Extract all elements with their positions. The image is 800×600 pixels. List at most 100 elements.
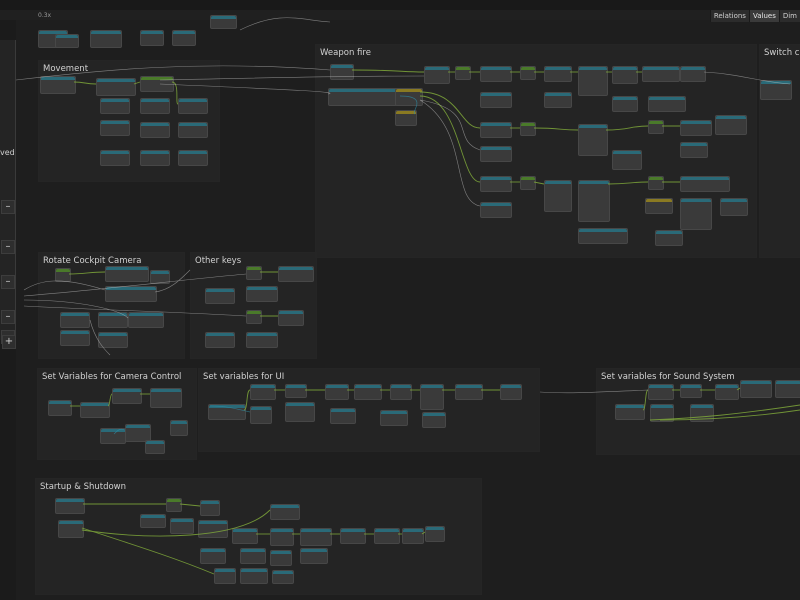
graph-node[interactable] (55, 268, 71, 282)
graph-node[interactable] (250, 406, 272, 424)
graph-node[interactable] (205, 332, 235, 348)
graph-node[interactable] (420, 384, 444, 410)
graph-node[interactable] (198, 520, 228, 538)
graph-node[interactable] (246, 266, 262, 280)
graph-node[interactable] (655, 230, 683, 246)
tab-values[interactable]: Values (748, 10, 779, 22)
graph-node[interactable] (480, 146, 512, 162)
graph-node[interactable] (480, 122, 512, 138)
graph-node[interactable] (178, 122, 208, 138)
graph-node[interactable] (278, 266, 314, 282)
graph-node[interactable] (395, 88, 423, 106)
graph-node[interactable] (170, 518, 194, 534)
tab-relations[interactable]: Relations (709, 10, 749, 22)
graph-node[interactable] (328, 88, 398, 106)
graph-node[interactable] (100, 98, 130, 114)
graph-node[interactable] (100, 120, 130, 136)
graph-node[interactable] (760, 80, 792, 100)
add-button[interactable]: + (2, 335, 16, 349)
graph-node[interactable] (210, 15, 237, 29)
graph-node[interactable] (285, 402, 315, 422)
graph-node[interactable] (650, 404, 674, 422)
graph-node[interactable] (58, 520, 84, 538)
graph-node[interactable] (425, 526, 445, 542)
graph-node[interactable] (648, 120, 664, 134)
graph-node[interactable] (140, 150, 170, 166)
graph-node[interactable] (100, 150, 130, 166)
graph-node[interactable] (170, 420, 188, 436)
graph-node[interactable] (612, 66, 638, 84)
remove-button[interactable]: – (1, 275, 15, 289)
graph-node[interactable] (648, 384, 674, 400)
graph-node[interactable] (390, 384, 412, 400)
graph-node[interactable] (150, 388, 182, 408)
graph-node[interactable] (544, 66, 572, 82)
remove-button[interactable]: – (1, 310, 15, 324)
graph-node[interactable] (330, 408, 356, 424)
graph-node[interactable] (240, 568, 268, 584)
graph-node[interactable] (178, 150, 208, 166)
graph-node[interactable] (690, 404, 714, 422)
graph-node[interactable] (272, 570, 294, 584)
graph-node[interactable] (642, 66, 680, 82)
graph-node[interactable] (178, 98, 208, 114)
graph-node[interactable] (80, 402, 110, 418)
graph-node[interactable] (166, 498, 182, 512)
graph-node[interactable] (544, 180, 572, 212)
graph-node[interactable] (330, 64, 354, 80)
graph-node[interactable] (578, 66, 608, 96)
graph-node[interactable] (520, 66, 536, 80)
graph-node[interactable] (140, 514, 166, 528)
graph-node[interactable] (544, 92, 572, 108)
graph-node[interactable] (680, 120, 712, 136)
graph-node[interactable] (98, 312, 128, 328)
graph-node[interactable] (395, 110, 417, 126)
graph-node[interactable] (140, 122, 170, 138)
graph-node[interactable] (300, 548, 328, 564)
graph-node[interactable] (140, 76, 174, 92)
graph-node[interactable] (578, 124, 608, 156)
graph-node[interactable] (246, 286, 278, 302)
graph-node[interactable] (270, 504, 300, 520)
graph-node[interactable] (612, 150, 642, 170)
graph-node[interactable] (520, 122, 536, 136)
graph-node[interactable] (480, 92, 512, 108)
graph-node[interactable] (720, 198, 748, 216)
graph-node[interactable] (648, 96, 686, 112)
graph-node[interactable] (172, 30, 196, 46)
graph-node[interactable] (480, 176, 512, 192)
graph-node[interactable] (455, 66, 471, 80)
graph-node[interactable] (715, 384, 739, 400)
graph-node[interactable] (145, 440, 165, 454)
graph-node[interactable] (422, 412, 446, 428)
graph-node[interactable] (100, 428, 126, 444)
graph-node[interactable] (60, 330, 90, 346)
graph-node[interactable] (615, 404, 645, 420)
graph-node[interactable] (246, 310, 262, 324)
graph-node[interactable] (40, 76, 76, 94)
tab-dim[interactable]: Dim (778, 10, 800, 22)
graph-node[interactable] (680, 142, 708, 158)
graph-node[interactable] (246, 332, 278, 348)
graph-node[interactable] (200, 500, 220, 516)
graph-node[interactable] (520, 176, 536, 190)
remove-button[interactable]: – (1, 240, 15, 254)
graph-node[interactable] (354, 384, 382, 400)
graph-node[interactable] (578, 180, 610, 222)
graph-node[interactable] (715, 115, 747, 135)
graph-node[interactable] (208, 404, 246, 420)
graph-node[interactable] (775, 380, 800, 398)
group-switch-camera[interactable]: Switch ca (759, 44, 800, 258)
graph-node[interactable] (128, 312, 164, 328)
graph-node[interactable] (578, 228, 628, 244)
graph-node[interactable] (424, 66, 450, 84)
graph-node[interactable] (680, 198, 712, 230)
graph-node[interactable] (205, 288, 235, 304)
graph-node[interactable] (105, 266, 149, 282)
graph-node[interactable] (55, 498, 85, 514)
graph-node[interactable] (214, 568, 236, 584)
graph-node[interactable] (455, 384, 483, 400)
graph-node[interactable] (480, 66, 512, 82)
graph-node[interactable] (278, 310, 304, 326)
graph-node[interactable] (285, 384, 307, 398)
